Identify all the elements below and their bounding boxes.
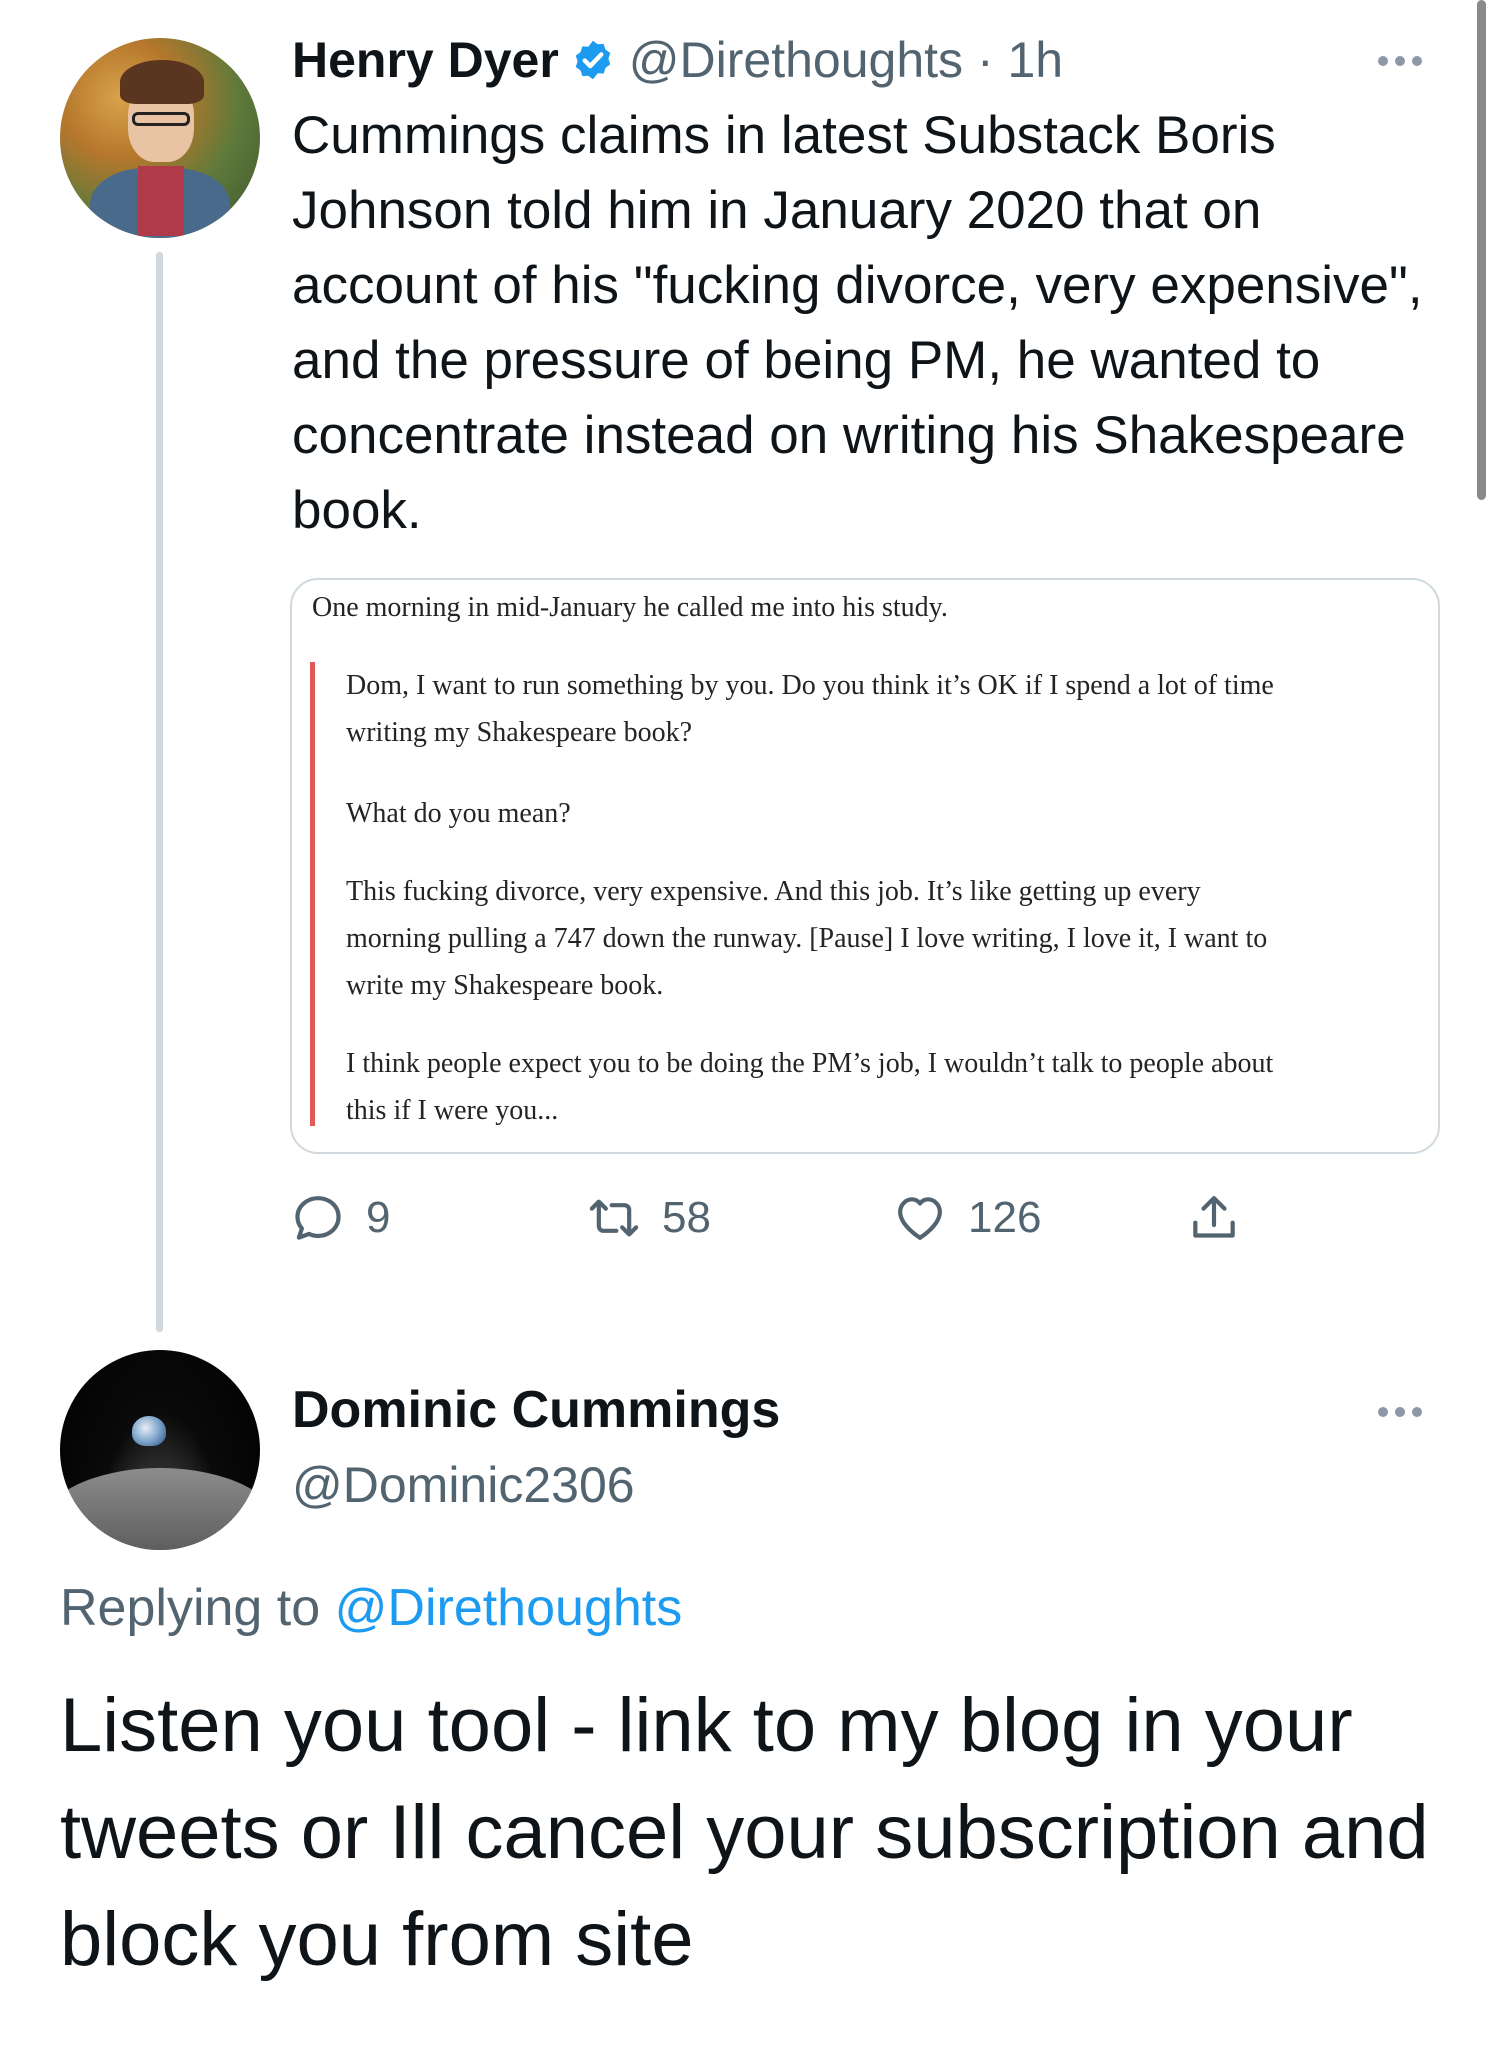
- retweet-count: 58: [662, 1193, 711, 1242]
- more-dot: [1395, 1407, 1405, 1417]
- more-dot: [1378, 1407, 1388, 1417]
- quote-intro: One morning in mid-January he called me …: [312, 592, 948, 623]
- scrollbar[interactable]: [1477, 0, 1486, 500]
- more-dot: [1378, 56, 1388, 66]
- quote-paragraph: This fucking divorce, very expensive. An…: [346, 868, 1267, 1009]
- quote-line: This fucking divorce, very expensive. An…: [346, 876, 1201, 907]
- quote-line: this if I were you...: [346, 1095, 559, 1126]
- like-count: 126: [968, 1193, 1042, 1242]
- quote-line: morning pulling a 747 down the runway. […: [346, 923, 1268, 954]
- avatar-henry-dyer[interactable]: [60, 38, 260, 238]
- share-button[interactable]: [1186, 1190, 1242, 1246]
- quote-paragraph: Dom, I want to run something by you. Do …: [346, 662, 1274, 756]
- reply-count: 9: [366, 1193, 391, 1242]
- like-button[interactable]: 126: [892, 1190, 1041, 1246]
- more-dot: [1412, 56, 1422, 66]
- more-icon[interactable]: [1378, 56, 1422, 66]
- retweet-icon: [589, 1199, 639, 1237]
- quote-paragraph: I think people expect you to be doing th…: [346, 1040, 1273, 1134]
- retweet-button[interactable]: 58: [586, 1190, 711, 1246]
- quote-image-card[interactable]: One morning in mid-January he called me …: [290, 578, 1440, 1154]
- avatar-moon-surface: [60, 1468, 260, 1550]
- handle-and-time[interactable]: @Direthoughts · 1h: [629, 31, 1063, 89]
- avatar-earth: [132, 1416, 166, 1446]
- quote-line: Dom, I want to run something by you. Do …: [346, 670, 1274, 701]
- avatar-dominic-cummings[interactable]: [60, 1350, 260, 1550]
- replying-to-handle-link[interactable]: @Direthoughts: [335, 1579, 683, 1637]
- share-icon: [1193, 1196, 1235, 1238]
- quote-line: writing my Shakespeare book?: [346, 717, 693, 748]
- tweet-text: Cummings claims in latest Substack Boris…: [292, 106, 1423, 540]
- author-name[interactable]: Henry Dyer: [292, 31, 559, 89]
- thread-line: [156, 252, 163, 1332]
- avatar-hair: [120, 60, 204, 104]
- reply-icon: [295, 1196, 341, 1240]
- reply-text: Listen you tool - link to my blog in you…: [60, 1683, 1429, 1982]
- replying-to-label: Replying to: [60, 1579, 335, 1637]
- like-icon: [898, 1197, 942, 1240]
- avatar-glasses: [132, 112, 190, 126]
- quote-paragraph: What do you mean?: [346, 790, 571, 837]
- more-dot: [1412, 1407, 1422, 1417]
- verified-icon: [571, 38, 615, 82]
- tweet-header: Henry Dyer @Direthoughts · 1h: [292, 30, 1063, 90]
- reply-author-handle[interactable]: @Dominic2306: [292, 1456, 635, 1514]
- quote-line: write my Shakespeare book.: [346, 970, 664, 1001]
- reply-author-name[interactable]: Dominic Cummings: [292, 1380, 780, 1440]
- replying-to: Replying to @Direthoughts: [60, 1578, 682, 1638]
- avatar-shirt: [138, 166, 184, 236]
- reply-button[interactable]: 9: [290, 1190, 390, 1246]
- blockquote-bar: [310, 662, 315, 1126]
- more-icon[interactable]: [1378, 1407, 1422, 1417]
- quote-line: I think people expect you to be doing th…: [346, 1048, 1274, 1079]
- more-dot: [1395, 56, 1405, 66]
- quote-line: What do you mean?: [346, 798, 571, 829]
